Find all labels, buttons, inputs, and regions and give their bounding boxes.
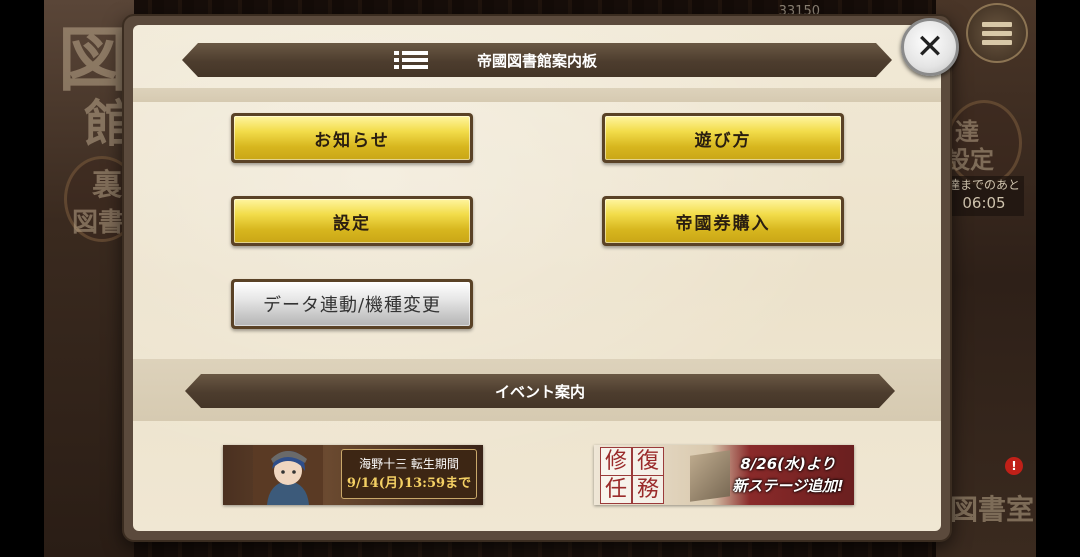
bg-timer-box: 達までのあと 06:05	[944, 176, 1024, 216]
howto-button-label: 遊び方	[605, 116, 841, 160]
settings-button-label: 設定	[234, 199, 470, 243]
notice-button-label: お知らせ	[234, 116, 470, 160]
bg-kanji-tosho: 図書	[72, 208, 125, 238]
restoration-date: 8/26(水)より	[740, 455, 836, 473]
background-right-panel	[936, 0, 1036, 557]
logo-kanji-4: 務	[632, 475, 664, 504]
character-portrait	[253, 445, 323, 505]
bg-timer-label: 達までのあと	[947, 178, 1020, 192]
dialog-header-ribbon: 帝國図書館案内板	[182, 43, 892, 77]
logo-kanji-2: 復	[632, 447, 664, 476]
rebirth-info-box: 海野十三 転生期間 9/14(月)13:59まで	[341, 449, 477, 499]
dialog-title: 帝國図書館案内板	[476, 51, 597, 70]
bg-timer-value: 06:05	[962, 194, 1006, 212]
bg-kanji-ura: 裏	[92, 168, 122, 203]
data-transfer-button[interactable]: データ連動/機種変更	[231, 279, 473, 329]
bg-kanji-settei: 設定	[946, 145, 994, 174]
list-icon	[394, 51, 428, 69]
restoration-text: 8/26(水)より 新ステージ追加!	[724, 453, 852, 497]
restoration-logo: 修 復 任 務	[598, 447, 692, 504]
menu-section-band	[133, 88, 941, 102]
menu-icon	[982, 18, 1012, 49]
notice-button[interactable]: お知らせ	[231, 113, 473, 163]
notification-badge: !	[1005, 457, 1023, 475]
bg-kanji-toshoshitsu: 図書室	[950, 493, 1035, 526]
event-banner-restoration[interactable]: 修 復 任 務 8/26(水)より 新ステージ追加!	[594, 445, 854, 505]
data-transfer-button-label: データ連動/機種変更	[234, 282, 470, 326]
event-banner-rebirth[interactable]: 海野十三 転生期間 9/14(月)13:59まで	[223, 445, 483, 505]
howto-button[interactable]: 遊び方	[602, 113, 844, 163]
event-header-ribbon: イベント案内	[185, 374, 895, 408]
logo-kanji-1: 修	[600, 447, 632, 476]
purchase-button[interactable]: 帝國券購入	[602, 196, 844, 246]
rebirth-event-date: 9/14(月)13:59まで	[346, 476, 472, 491]
hamburger-menu-button[interactable]	[966, 3, 1028, 63]
event-header-title: イベント案内	[494, 382, 585, 401]
logo-kanji-3: 任	[600, 475, 632, 504]
rebirth-event-title: 海野十三 転生期間	[359, 457, 459, 471]
close-icon: ✕	[915, 27, 945, 67]
purchase-button-label: 帝國券購入	[605, 199, 841, 243]
settings-button[interactable]: 設定	[231, 196, 473, 246]
close-button[interactable]: ✕	[901, 18, 959, 76]
restoration-announcement: 新ステージ追加!	[732, 477, 844, 495]
